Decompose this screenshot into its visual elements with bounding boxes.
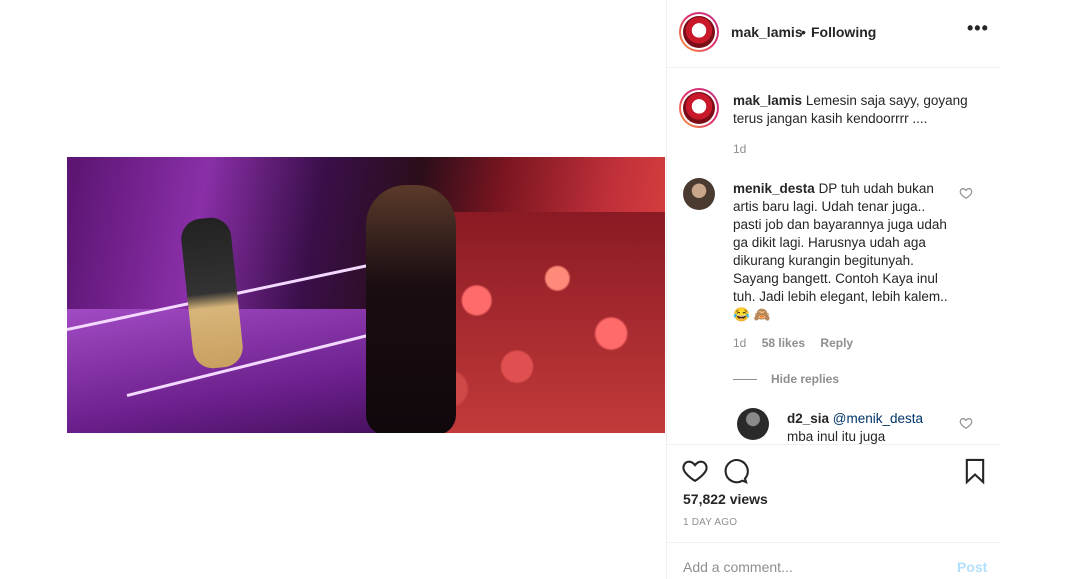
reply-button[interactable]: Reply	[820, 336, 853, 350]
media-pane	[0, 0, 666, 579]
comment-likes[interactable]: 58 likes	[762, 336, 805, 350]
caption-username[interactable]: mak_lamis	[733, 93, 802, 108]
view-count[interactable]: 57,822 views	[683, 491, 768, 507]
commenter-avatar[interactable]	[683, 178, 715, 210]
caption-avatar[interactable]	[679, 88, 719, 128]
author-avatar[interactable]	[679, 12, 719, 52]
page-gutter	[1000, 0, 1072, 579]
comment-meta: 1d 58 likes Reply	[733, 336, 973, 350]
post-actions: 57,822 views 1 DAY AGO	[667, 444, 1001, 554]
reply-text: mba inul itu juga	[787, 429, 886, 444]
comments-list[interactable]: mak_lamis Lemesin saja sayy, goyang teru…	[667, 68, 1001, 444]
comment-time[interactable]: 1d	[733, 336, 746, 350]
reply-like-icon[interactable]	[959, 416, 973, 430]
author-username[interactable]: mak_lamis	[731, 24, 803, 40]
reply-avatar[interactable]	[737, 408, 769, 440]
comment-username[interactable]: menik_desta	[733, 181, 815, 196]
hide-replies-label: Hide replies	[771, 372, 840, 386]
post-sidebar: mak_lamis • Following ••• mak_lamis Leme…	[666, 0, 1001, 579]
post-video[interactable]	[67, 157, 665, 433]
post-time[interactable]: 1 DAY AGO	[683, 517, 737, 528]
hide-replies-line	[733, 379, 757, 381]
caption-text-block: mak_lamis Lemesin saja sayy, goyang teru…	[733, 92, 973, 128]
following-button[interactable]: Following	[811, 24, 876, 40]
comment-text-block: menik_desta DP tuh udah bukan artis baru…	[733, 180, 949, 324]
comment-input[interactable]	[683, 557, 933, 577]
bookmark-icon[interactable]	[961, 457, 989, 485]
add-comment-bar: Post	[667, 542, 1001, 579]
hide-replies-button[interactable]: Hide replies	[733, 372, 839, 386]
video-performer	[366, 184, 456, 433]
separator-dot: •	[801, 24, 806, 40]
comment-like-icon[interactable]	[959, 186, 973, 200]
comment-text: DP tuh udah bukan artis baru lagi. Udah …	[733, 181, 948, 322]
reply-mention[interactable]: @menik_desta	[833, 411, 923, 426]
reply-text-block: d2_sia @menik_desta mba inul itu juga	[787, 410, 947, 444]
more-options-icon[interactable]: •••	[967, 18, 988, 42]
reply-username[interactable]: d2_sia	[787, 411, 829, 426]
heart-icon[interactable]	[681, 457, 709, 485]
comment-icon[interactable]	[721, 457, 749, 485]
post-comment-button[interactable]: Post	[957, 559, 987, 575]
post-header: mak_lamis • Following •••	[667, 0, 1001, 68]
caption-time[interactable]: 1d	[733, 142, 746, 156]
